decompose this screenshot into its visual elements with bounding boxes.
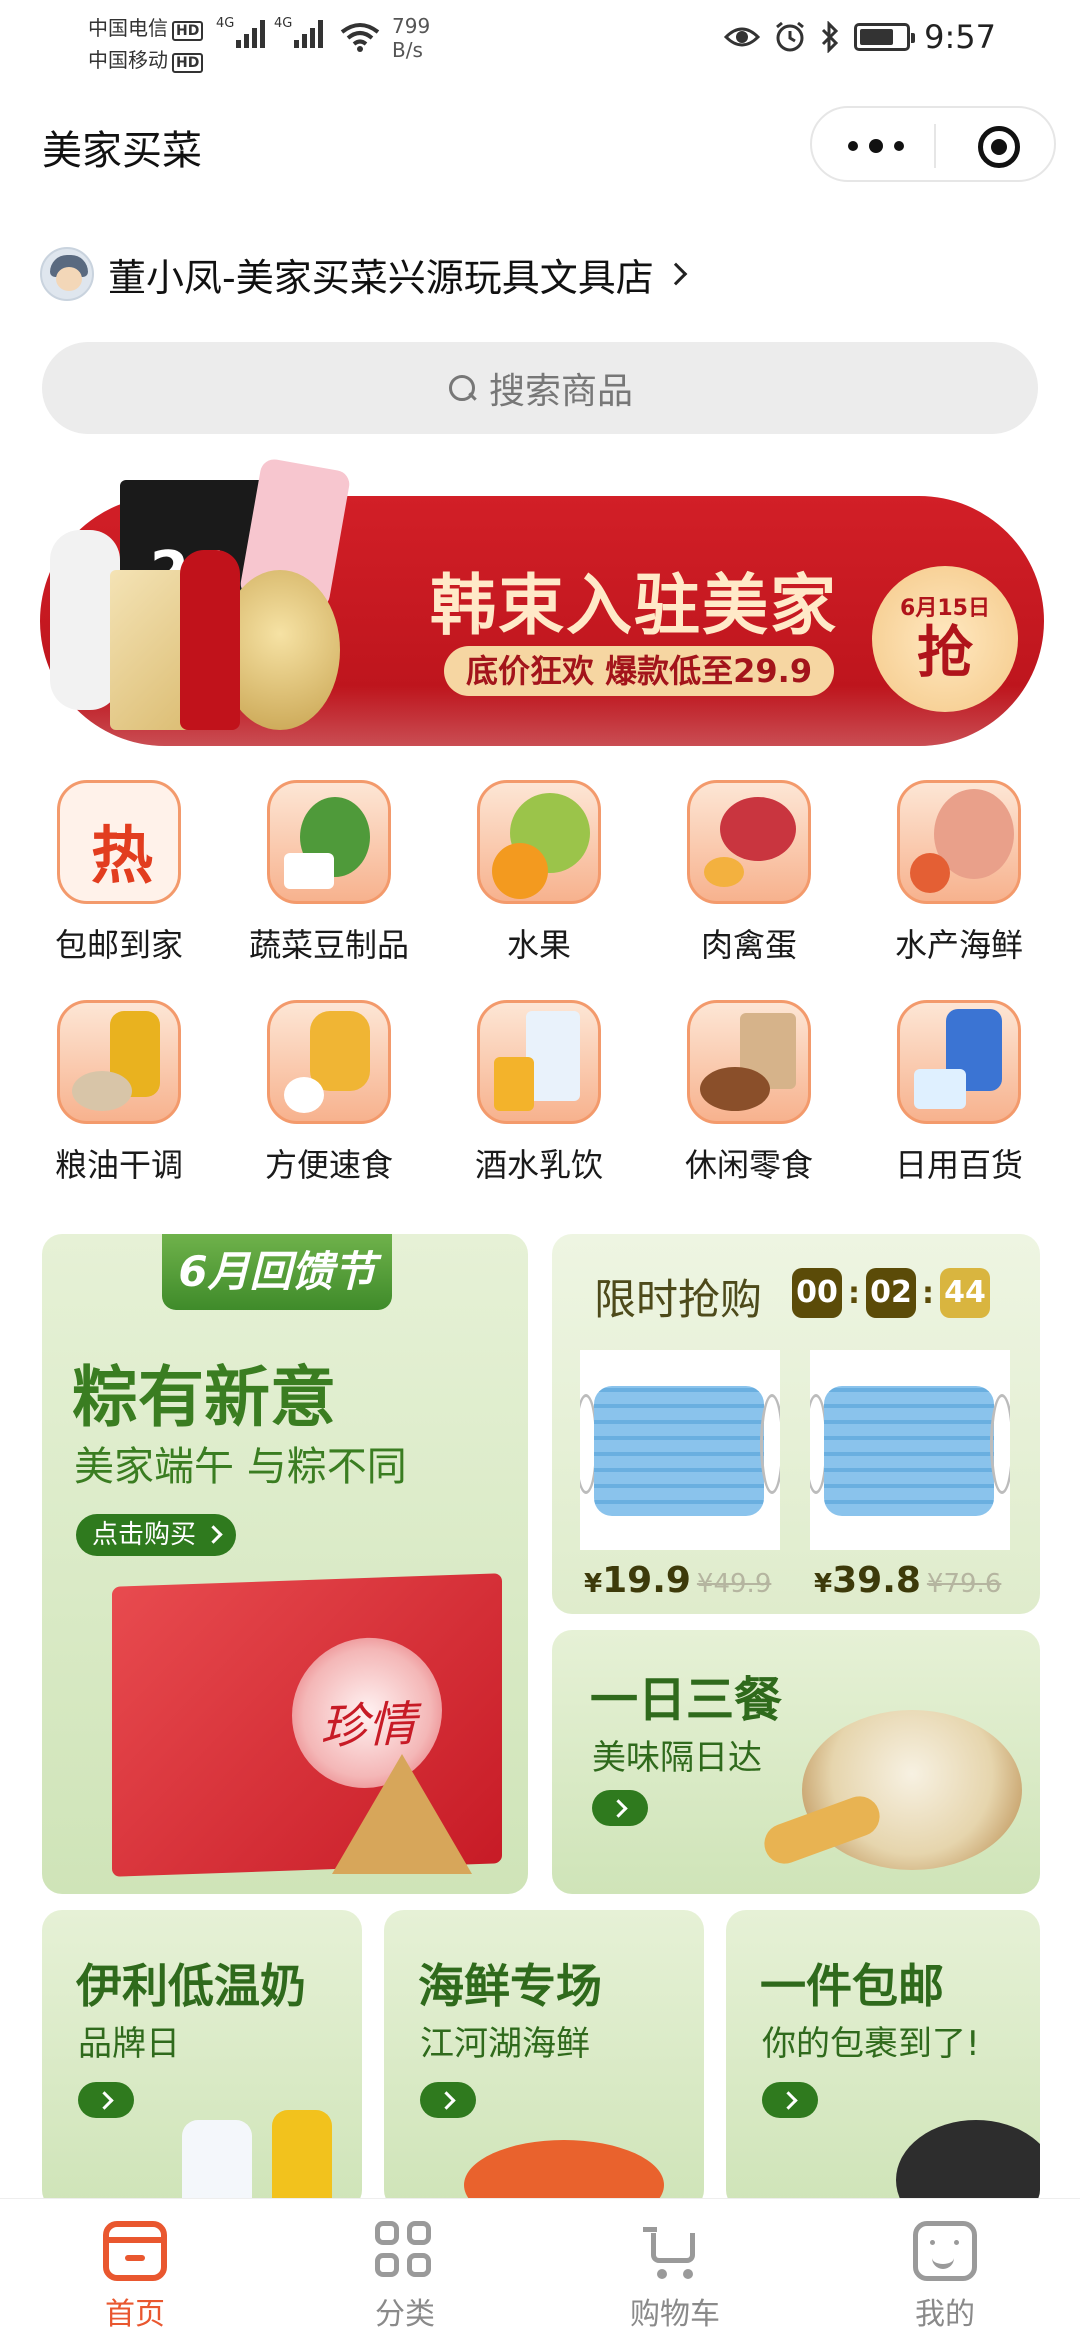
category-item-daily-goods[interactable]: 日用百货	[854, 1000, 1064, 1186]
timer-hours: 00	[792, 1268, 842, 1318]
milk-go-button[interactable]	[78, 2082, 134, 2118]
shipping-subtitle: 你的包裹到了!	[762, 2024, 980, 2064]
category-item-drinks[interactable]: 酒水乳饮	[434, 1000, 644, 1186]
hd-badge: HD	[172, 53, 204, 73]
eye-icon	[724, 27, 761, 47]
face-mask-icon	[824, 1386, 994, 1516]
banner-date-badge: 6月15日 抢	[872, 566, 1018, 712]
milk-promo-card[interactable]: 伊利低温奶 品牌日	[42, 1910, 362, 2210]
meal-title: 一日三餐	[590, 1672, 783, 1728]
seafood-promo-card[interactable]: 海鲜专场 江河湖海鲜	[384, 1910, 704, 2210]
instant-food-icon	[267, 1000, 391, 1124]
free-shipping-promo-card[interactable]: 一件包邮 你的包裹到了!	[726, 1910, 1040, 2210]
status-icons: 9:57	[724, 18, 996, 56]
tab-home[interactable]: 首页	[0, 2199, 270, 2340]
grain-oil-icon	[57, 1000, 181, 1124]
chevron-right-icon	[664, 262, 688, 286]
meat-icon	[687, 780, 811, 904]
search-input[interactable]: 搜索商品	[42, 342, 1038, 434]
festival-promo-card[interactable]: 6月回馈节 粽有新意 美家端午 与粽不同 点击购买 珍情	[42, 1234, 528, 1894]
milk-bottle-image	[272, 2110, 332, 2210]
meal-subtitle: 美味隔日达	[592, 1738, 762, 1778]
banner-headline: 韩束入驻美家	[430, 567, 838, 644]
category-item-seafood[interactable]: 水产海鲜	[854, 780, 1064, 966]
wifi-icon	[340, 23, 380, 52]
tab-bar: 首页 分类 购物车 我的	[0, 2198, 1080, 2340]
category-item-free-shipping[interactable]: 热 包邮到家	[14, 780, 224, 966]
flash-sale-card[interactable]: 限时抢购 00 : 02 : 44 ¥19.9 ¥49.9 ¥39.8 ¥79.6	[552, 1234, 1040, 1614]
signal-icon: 4G	[216, 16, 265, 48]
flash-price-2: ¥39.8 ¥79.6	[814, 1560, 1002, 1601]
festival-ribbon: 6月回馈节	[162, 1234, 392, 1310]
hd-badge: HD	[172, 21, 204, 41]
clock: 9:57	[924, 18, 996, 56]
hot-icon: 热	[57, 780, 181, 904]
alarm-icon	[776, 21, 805, 52]
countdown-timer: 00 : 02 : 44	[792, 1268, 990, 1318]
profile-icon	[913, 2221, 977, 2281]
category-item-meat[interactable]: 肉禽蛋	[644, 780, 854, 966]
banner-subline: 底价狂欢 爆款低至29.9	[444, 646, 835, 696]
festival-subtitle: 美家端午 与粽不同	[74, 1444, 407, 1490]
category-item-vegetables[interactable]: 蔬菜豆制品	[224, 780, 434, 966]
festival-title: 粽有新意	[72, 1359, 336, 1436]
flash-sale-title: 限时抢购	[594, 1275, 763, 1324]
carrier-1: 中国电信 HD	[88, 12, 204, 41]
milk-bottle-image	[182, 2120, 252, 2210]
signal-icon: 4G	[274, 16, 323, 48]
meal-promo-card[interactable]: 一日三餐 美味隔日达	[552, 1630, 1040, 1894]
avatar	[40, 247, 94, 301]
flash-product-2[interactable]	[810, 1350, 1010, 1550]
store-selector[interactable]: 董小凤-美家买菜兴源玩具文具店	[40, 244, 688, 304]
category-item-fruit[interactable]: 水果	[434, 780, 644, 966]
meal-go-button[interactable]	[592, 1790, 648, 1826]
category-item-instant-food[interactable]: 方便速食	[224, 1000, 434, 1186]
face-mask-icon	[594, 1386, 764, 1516]
tab-profile[interactable]: 我的	[810, 2199, 1080, 2340]
promo-banner[interactable]: 24 韩束入驻美家 底价狂欢 爆款低至29.9 6月15日 抢	[40, 457, 1044, 750]
snacks-icon	[687, 1000, 811, 1124]
zongzi-image	[332, 1754, 472, 1874]
category-item-snacks[interactable]: 休闲零食	[644, 1000, 854, 1186]
fruit-icon	[477, 780, 601, 904]
status-bar: 中国电信 HD 中国移动 HD 4G 4G 799 B/s 9:57	[0, 0, 1080, 80]
search-icon	[447, 373, 477, 403]
milk-subtitle: 品牌日	[78, 2024, 180, 2064]
carrier-2: 中国移动 HD	[88, 44, 204, 73]
capsule-divider	[934, 124, 936, 168]
shipping-title: 一件包邮	[760, 1959, 944, 2013]
bluetooth-icon	[822, 21, 839, 53]
shipping-go-button[interactable]	[762, 2082, 818, 2118]
tab-cart[interactable]: 购物车	[540, 2199, 810, 2340]
seafood-icon	[897, 780, 1021, 904]
drinks-icon	[477, 1000, 601, 1124]
timer-seconds: 44	[940, 1268, 990, 1318]
daily-goods-icon	[897, 1000, 1021, 1124]
seafood-go-button[interactable]	[420, 2082, 476, 2118]
seafood-subtitle: 江河湖海鲜	[420, 2024, 590, 2064]
timer-minutes: 02	[866, 1268, 916, 1318]
vegetable-icon	[267, 780, 391, 904]
flash-price-1: ¥19.9 ¥49.9	[584, 1560, 772, 1601]
store-name: 董小凤-美家买菜兴源玩具文具店	[108, 255, 654, 300]
search-placeholder: 搜索商品	[488, 371, 633, 412]
buy-now-button[interactable]: 点击购买	[76, 1514, 237, 1556]
category-item-grain-oil[interactable]: 粮油干调	[14, 1000, 224, 1186]
tab-category[interactable]: 分类	[270, 2199, 540, 2340]
close-target-icon[interactable]	[978, 126, 1020, 168]
battery-icon	[854, 23, 916, 51]
category-icon	[373, 2221, 437, 2281]
network-speed: 799 B/s	[392, 14, 431, 62]
pan-image	[896, 2120, 1040, 2210]
more-icon[interactable]	[848, 128, 904, 164]
miniprogram-capsule	[810, 106, 1056, 182]
cart-icon	[643, 2221, 707, 2281]
cosmetics-image: 24	[50, 457, 430, 746]
flash-product-1[interactable]	[580, 1350, 780, 1550]
milk-title: 伊利低温奶	[76, 1959, 306, 2013]
title-bar: 美家买菜	[0, 96, 1080, 192]
home-icon	[103, 2221, 167, 2281]
page-title: 美家买菜	[42, 128, 202, 174]
seafood-title: 海鲜专场	[418, 1959, 602, 2013]
